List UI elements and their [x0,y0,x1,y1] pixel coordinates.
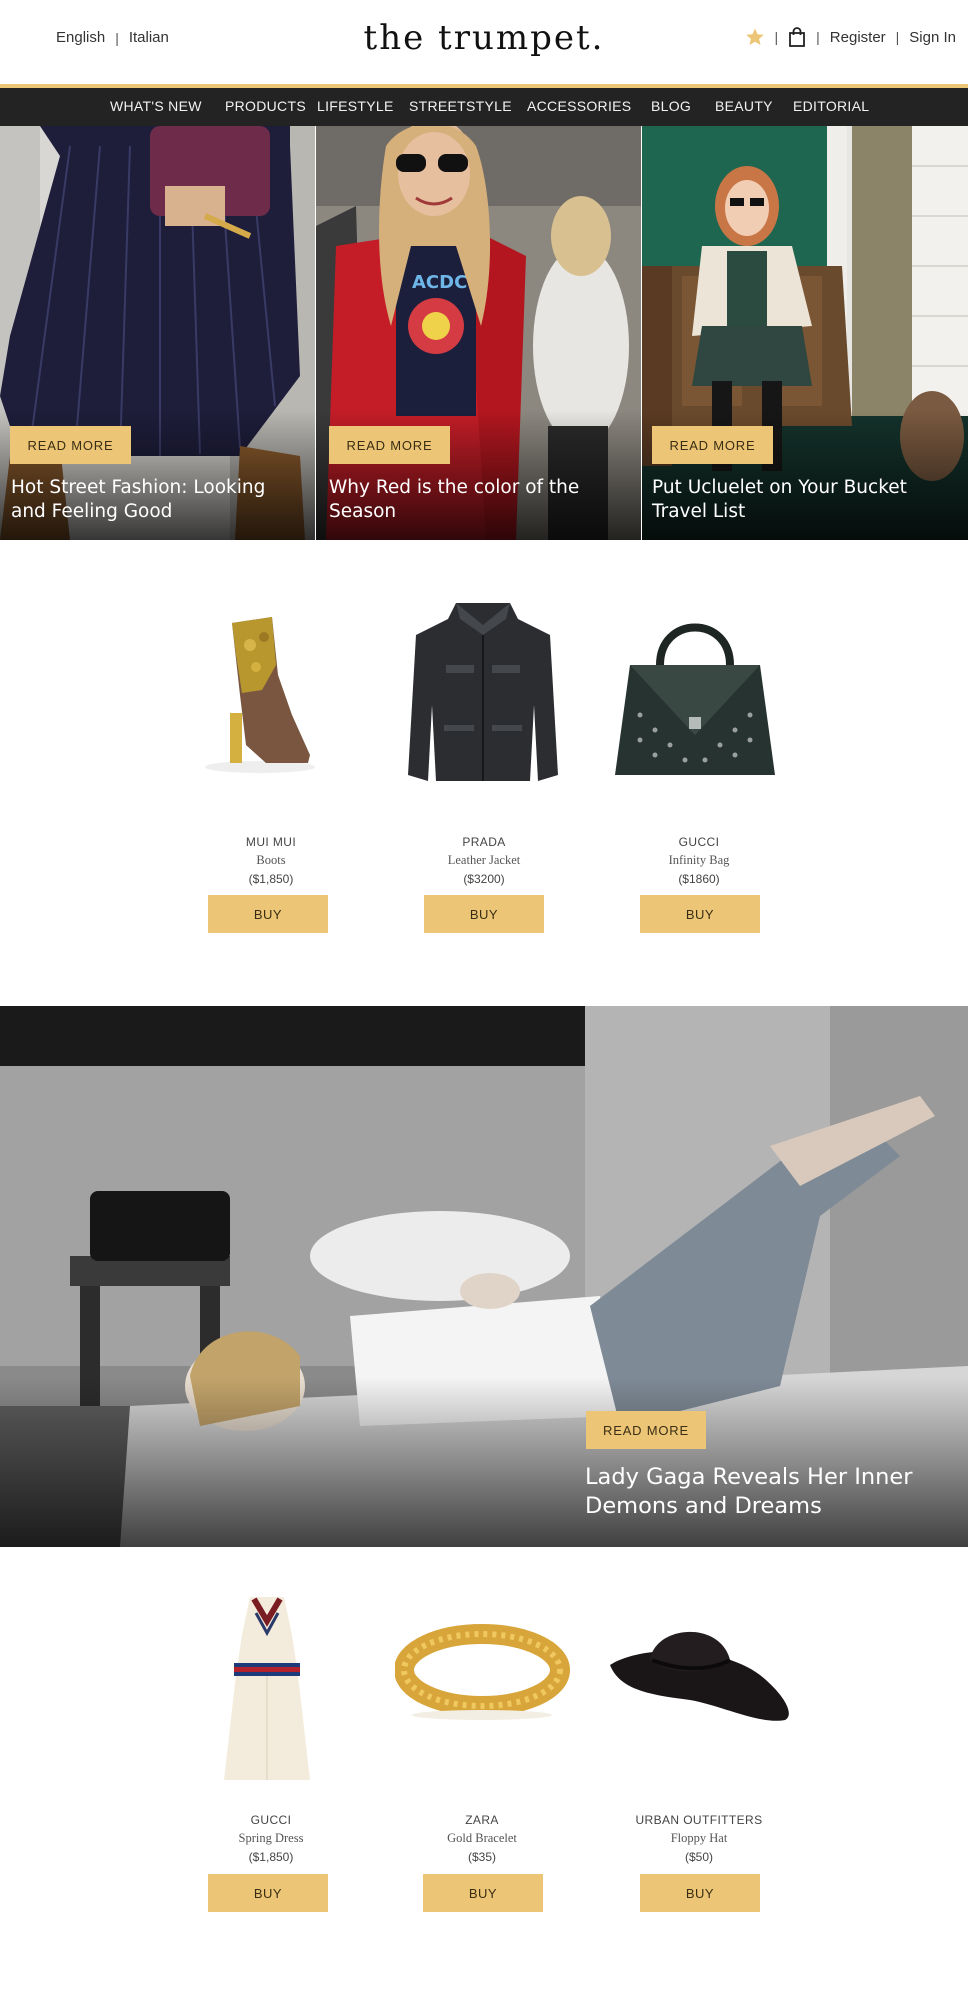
nav-streetstyle[interactable]: STREETSTYLE [409,98,512,114]
feature-title[interactable]: Lady Gaga Reveals Her Inner Demons and D… [585,1463,955,1521]
hero-title[interactable]: Put Ucluelet on Your Bucket Travel List [652,476,952,524]
register-link[interactable]: Register [830,29,886,46]
hero-title[interactable]: Why Red is the color of the Season [329,476,629,524]
product-name[interactable]: Spring Dress [186,1831,356,1846]
product-image-gold-bracelet[interactable] [395,1615,570,1725]
product-image-floppy-hat[interactable] [600,1605,800,1755]
product-name[interactable]: Floppy Hat [614,1831,784,1846]
sign-in-link[interactable]: Sign In [909,29,956,46]
separator: | [774,29,779,45]
product-brand: ZARA [465,1813,499,1827]
separator: | [895,29,900,45]
buy-button[interactable]: BUY [423,1874,543,1912]
nav-products[interactable]: PRODUCTS [225,98,306,114]
buy-button[interactable]: BUY [208,895,328,933]
shopping-bag-icon[interactable] [788,27,806,47]
separator: | [816,29,820,45]
product-card: ZARA Gold Bracelet ($35) [397,1813,567,1864]
site-header: English | Italian the trumpet. | | Regis… [0,0,968,84]
account-links: | | Register | Sign In [745,27,956,47]
product-card: GUCCI Spring Dress ($1,850) [186,1813,356,1864]
product-name[interactable]: Leather Jacket [399,853,569,868]
product-brand: URBAN OUTFITTERS [635,1813,763,1827]
product-image-spring-dress[interactable] [212,1585,322,1785]
product-price: ($35) [467,1850,496,1864]
nav-lifestyle[interactable]: LIFESTYLE [317,98,394,114]
nav-beauty[interactable]: BEAUTY [715,98,773,114]
product-price: ($3200) [463,872,505,886]
product-image-boots[interactable] [180,595,320,795]
product-price: ($50) [684,1850,713,1864]
product-name[interactable]: Gold Bracelet [397,1831,567,1846]
product-name[interactable]: Boots [186,853,356,868]
product-price: ($1,850) [248,872,294,886]
product-brand: GUCCI [250,1813,292,1827]
product-price: ($1,850) [248,1850,294,1864]
read-more-button[interactable]: READ MORE [652,426,773,464]
product-brand: GUCCI [678,835,720,849]
feature-gradient-overlay [0,1377,968,1547]
svg-text:ACDC: ACDC [412,272,467,293]
product-image-infinity-bag[interactable] [600,605,790,785]
product-card: URBAN OUTFITTERS Floppy Hat ($50) [614,1813,784,1864]
buy-button[interactable]: BUY [640,895,760,933]
buy-button[interactable]: BUY [424,895,544,933]
main-nav: WHAT'S NEW PRODUCTS LIFESTYLE STREETSTYL… [0,88,968,126]
buy-button[interactable]: BUY [640,1874,760,1912]
read-more-button[interactable]: READ MORE [329,426,450,464]
read-more-button[interactable]: READ MORE [10,426,131,464]
nav-accessories[interactable]: ACCESSORIES [527,98,631,114]
star-icon[interactable] [745,27,765,47]
hero-title[interactable]: Hot Street Fashion: Looking and Feeling … [11,476,301,524]
product-card: MUI MUI Boots ($1,850) [186,835,356,886]
nav-blog[interactable]: BLOG [651,98,691,114]
hero-card-red-season[interactable]: ACDC READ MORE Why Red is the color of t… [316,126,641,540]
product-name[interactable]: Infinity Bag [614,853,784,868]
product-card: GUCCI Infinity Bag ($1860) [614,835,784,886]
product-brand: MUI MUI [245,835,297,849]
product-price: ($1860) [678,872,720,886]
product-image-leather-jacket[interactable] [388,595,578,795]
nav-editorial[interactable]: EDITORIAL [793,98,869,114]
nav-whats-new[interactable]: WHAT'S NEW [110,98,202,114]
product-card: PRADA Leather Jacket ($3200) [399,835,569,886]
read-more-button[interactable]: READ MORE [586,1411,706,1449]
hero-card-ucluelet[interactable]: READ MORE Put Ucluelet on Your Bucket Tr… [642,126,968,540]
buy-button[interactable]: BUY [208,1874,328,1912]
hero-card-street-fashion[interactable]: READ MORE Hot Street Fashion: Looking an… [0,126,315,540]
product-brand: PRADA [462,835,506,849]
